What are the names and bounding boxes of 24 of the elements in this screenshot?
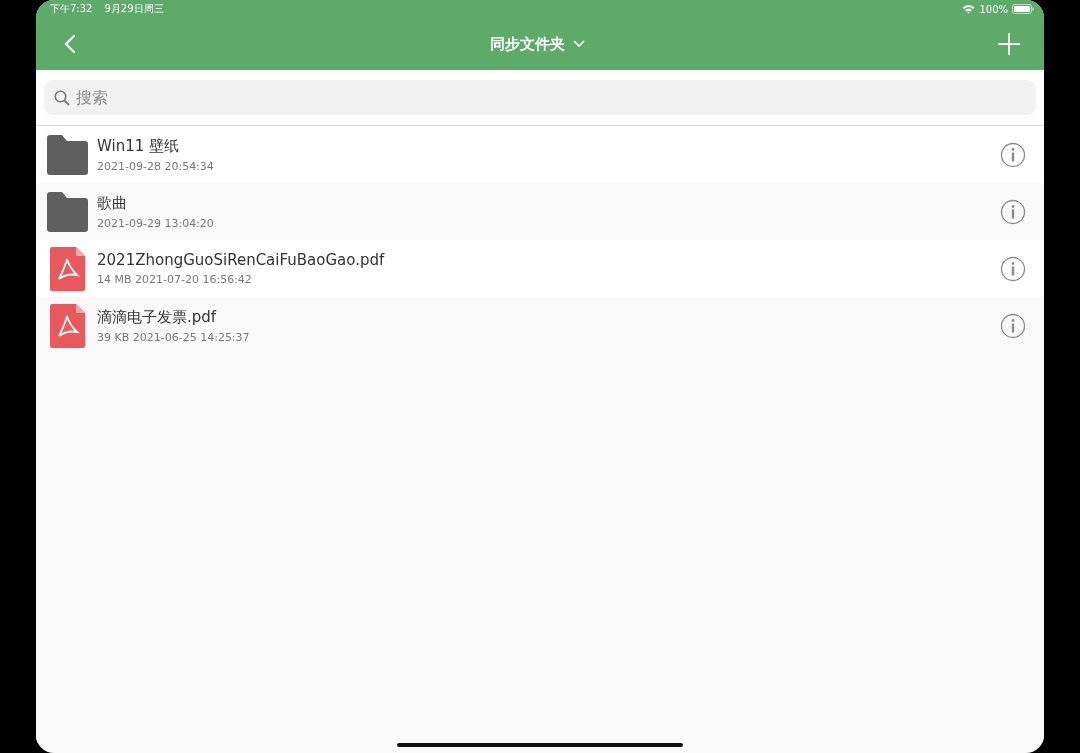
wifi-icon <box>962 4 976 14</box>
battery-percent: 100% <box>979 3 1008 15</box>
file-name[interactable]: 滴滴电子发票.pdf <box>97 307 217 327</box>
status-time: 下午7:32 <box>50 2 93 16</box>
folder-icon <box>45 133 89 176</box>
chevron-icon <box>572 40 585 48</box>
info-button[interactable] <box>1000 141 1026 168</box>
info-button[interactable] <box>1000 198 1026 225</box>
file-name[interactable]: 2021ZhongGuoSiRenCaiFuBaoGao.pdf <box>97 251 385 269</box>
pdf-file-icon <box>49 246 85 291</box>
file-details: 2021-09-28 20:54:34 <box>97 159 214 173</box>
file-details: 14 MB 2021-07-20 16:56:42 <box>97 273 252 286</box>
folder-icon <box>45 190 89 233</box>
status-date: 9月29日周三 <box>104 2 164 16</box>
battery-icon <box>1012 4 1034 14</box>
file-name[interactable]: Win11 壁纸 <box>97 136 180 156</box>
search-icon <box>54 90 70 106</box>
file-name[interactable]: 歌曲 <box>97 193 127 213</box>
info-button[interactable] <box>1000 312 1026 339</box>
search-field[interactable]: 搜索 <box>44 80 1036 115</box>
info-button[interactable] <box>1000 255 1026 282</box>
file-details: 39 KB 2021-06-25 14:25:37 <box>97 330 250 344</box>
file-details: 2021-09-29 13:04:20 <box>97 216 214 230</box>
pdf-file-icon <box>49 303 85 348</box>
